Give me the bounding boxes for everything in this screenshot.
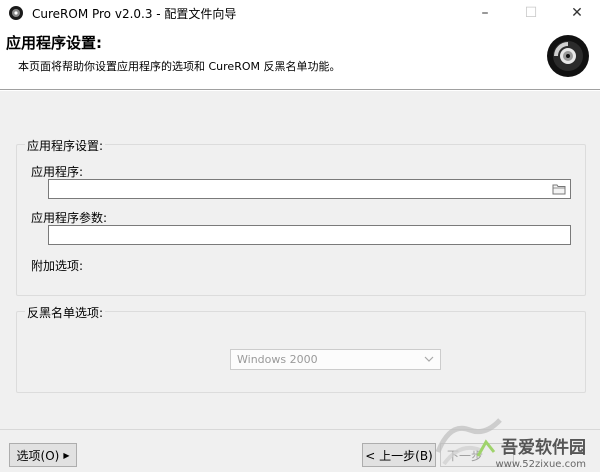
watermark: 吾爱软件园 www.52zixue.com (430, 412, 600, 472)
wizard-content: 应用程序设置: 应用程序: 应用程序参数: 附加选项: 反黑名单选项: Wind… (0, 91, 600, 429)
back-button-label: < 上一步(B) (365, 448, 433, 463)
title-bar: CureROM Pro v2.0.3 - 配置文件向导 – ☐ ✕ (0, 0, 600, 26)
window-title: CureROM Pro v2.0.3 - 配置文件向导 (32, 6, 237, 21)
options-button-label: 选项(O) (16, 448, 60, 463)
disc-logo-icon (547, 35, 589, 77)
app-path-input[interactable] (48, 179, 571, 199)
app-settings-group: 应用程序设置: 应用程序: 应用程序参数: 附加选项: (16, 137, 586, 296)
app-params-label: 应用程序参数: (31, 211, 108, 225)
chevron-down-icon (424, 356, 434, 362)
folder-browse-icon[interactable] (552, 183, 566, 195)
os-select: Windows 2000 (230, 349, 441, 370)
blacklist-group-label: 反黑名单选项: (25, 304, 106, 321)
minimize-button[interactable]: – (462, 0, 508, 26)
watermark-text: 吾爱软件园 (501, 438, 586, 458)
options-button[interactable]: 选项(O) ▶ (9, 443, 77, 467)
app-path-label: 应用程序: (31, 165, 84, 179)
extra-options-label: 附加选项: (31, 259, 84, 273)
watermark-url: www.52zixue.com (495, 459, 587, 470)
caret-right-icon: ▶ (63, 450, 70, 460)
os-select-value: Windows 2000 (237, 353, 318, 366)
maximize-button: ☐ (524, 5, 538, 21)
app-settings-group-label: 应用程序设置: (25, 137, 106, 154)
page-title: 应用程序设置: (6, 34, 102, 52)
page-subtitle: 本页面将帮助你设置应用程序的选项和 CureROM 反黑名单功能。 (18, 60, 341, 73)
wizard-header: 应用程序设置: 本页面将帮助你设置应用程序的选项和 CureROM 反黑名单功能… (0, 26, 600, 90)
app-disc-icon (9, 6, 23, 20)
app-params-input[interactable] (48, 225, 571, 245)
close-button[interactable]: ✕ (554, 0, 600, 26)
back-button[interactable]: < 上一步(B) (362, 443, 436, 467)
wizard-footer: 选项(O) ▶ < 上一步(B) 下一步 吾爱软件园 www.52zixue.c… (0, 418, 600, 472)
